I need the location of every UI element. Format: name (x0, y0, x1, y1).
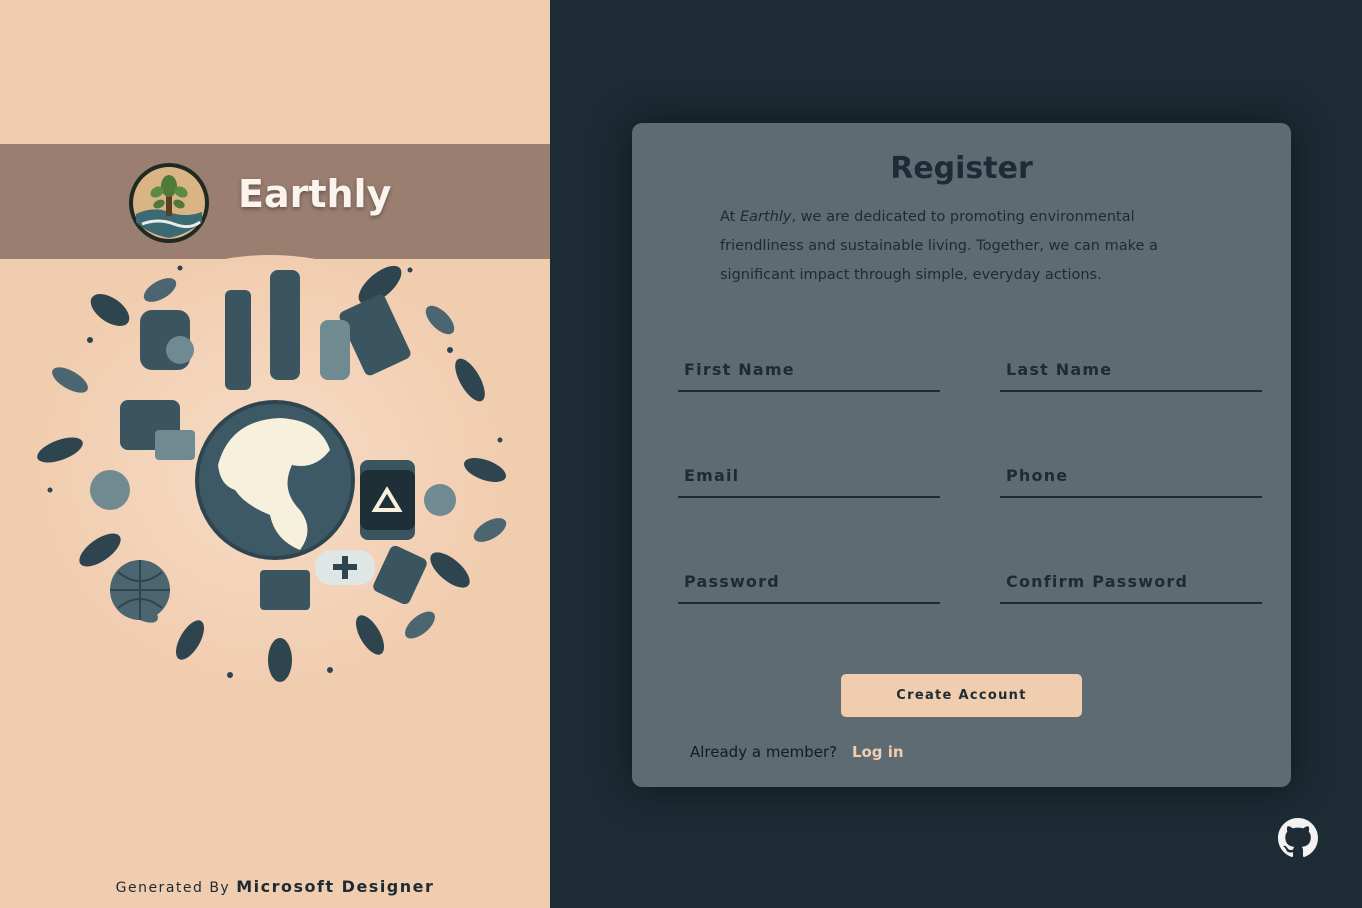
intro-text: At Earthly, we are dedicated to promotin… (720, 203, 1190, 290)
first-name-field[interactable]: First Name (678, 352, 940, 392)
first-name-label: First Name (684, 360, 795, 379)
create-account-button[interactable]: Create Account (841, 674, 1082, 717)
credit-text: Generated By Microsoft Designer (0, 877, 550, 896)
credit-prefix: Generated By (115, 880, 231, 896)
login-row: Already a member? Log in (690, 743, 904, 761)
intro-brand: Earthly (739, 209, 792, 225)
password-label: Password (684, 572, 780, 591)
credit-source: Microsoft Designer (236, 877, 435, 896)
login-link[interactable]: Log in (852, 743, 904, 761)
brand-name: Earthly (238, 172, 392, 216)
password-field[interactable]: Password (678, 564, 940, 604)
intro-prefix: At (720, 209, 740, 225)
last-name-label: Last Name (1006, 360, 1113, 379)
register-card: Register At Earthly, we are dedicated to… (632, 123, 1291, 787)
github-icon[interactable] (1278, 818, 1318, 858)
phone-field[interactable]: Phone (1000, 458, 1262, 498)
email-label: Email (684, 466, 740, 485)
confirm-password-field[interactable]: Confirm Password (1000, 564, 1262, 604)
login-prompt: Already a member? (690, 743, 838, 761)
phone-label: Phone (1006, 466, 1069, 485)
confirm-password-label: Confirm Password (1006, 572, 1189, 591)
last-name-field[interactable]: Last Name (1000, 352, 1262, 392)
tree-logo-icon (129, 163, 209, 243)
left-panel: Earthly Generated By Microsoft Designer (0, 0, 550, 908)
form-title: Register (890, 151, 1033, 186)
email-field[interactable]: Email (678, 458, 940, 498)
eco-illustration-icon (35, 255, 507, 685)
